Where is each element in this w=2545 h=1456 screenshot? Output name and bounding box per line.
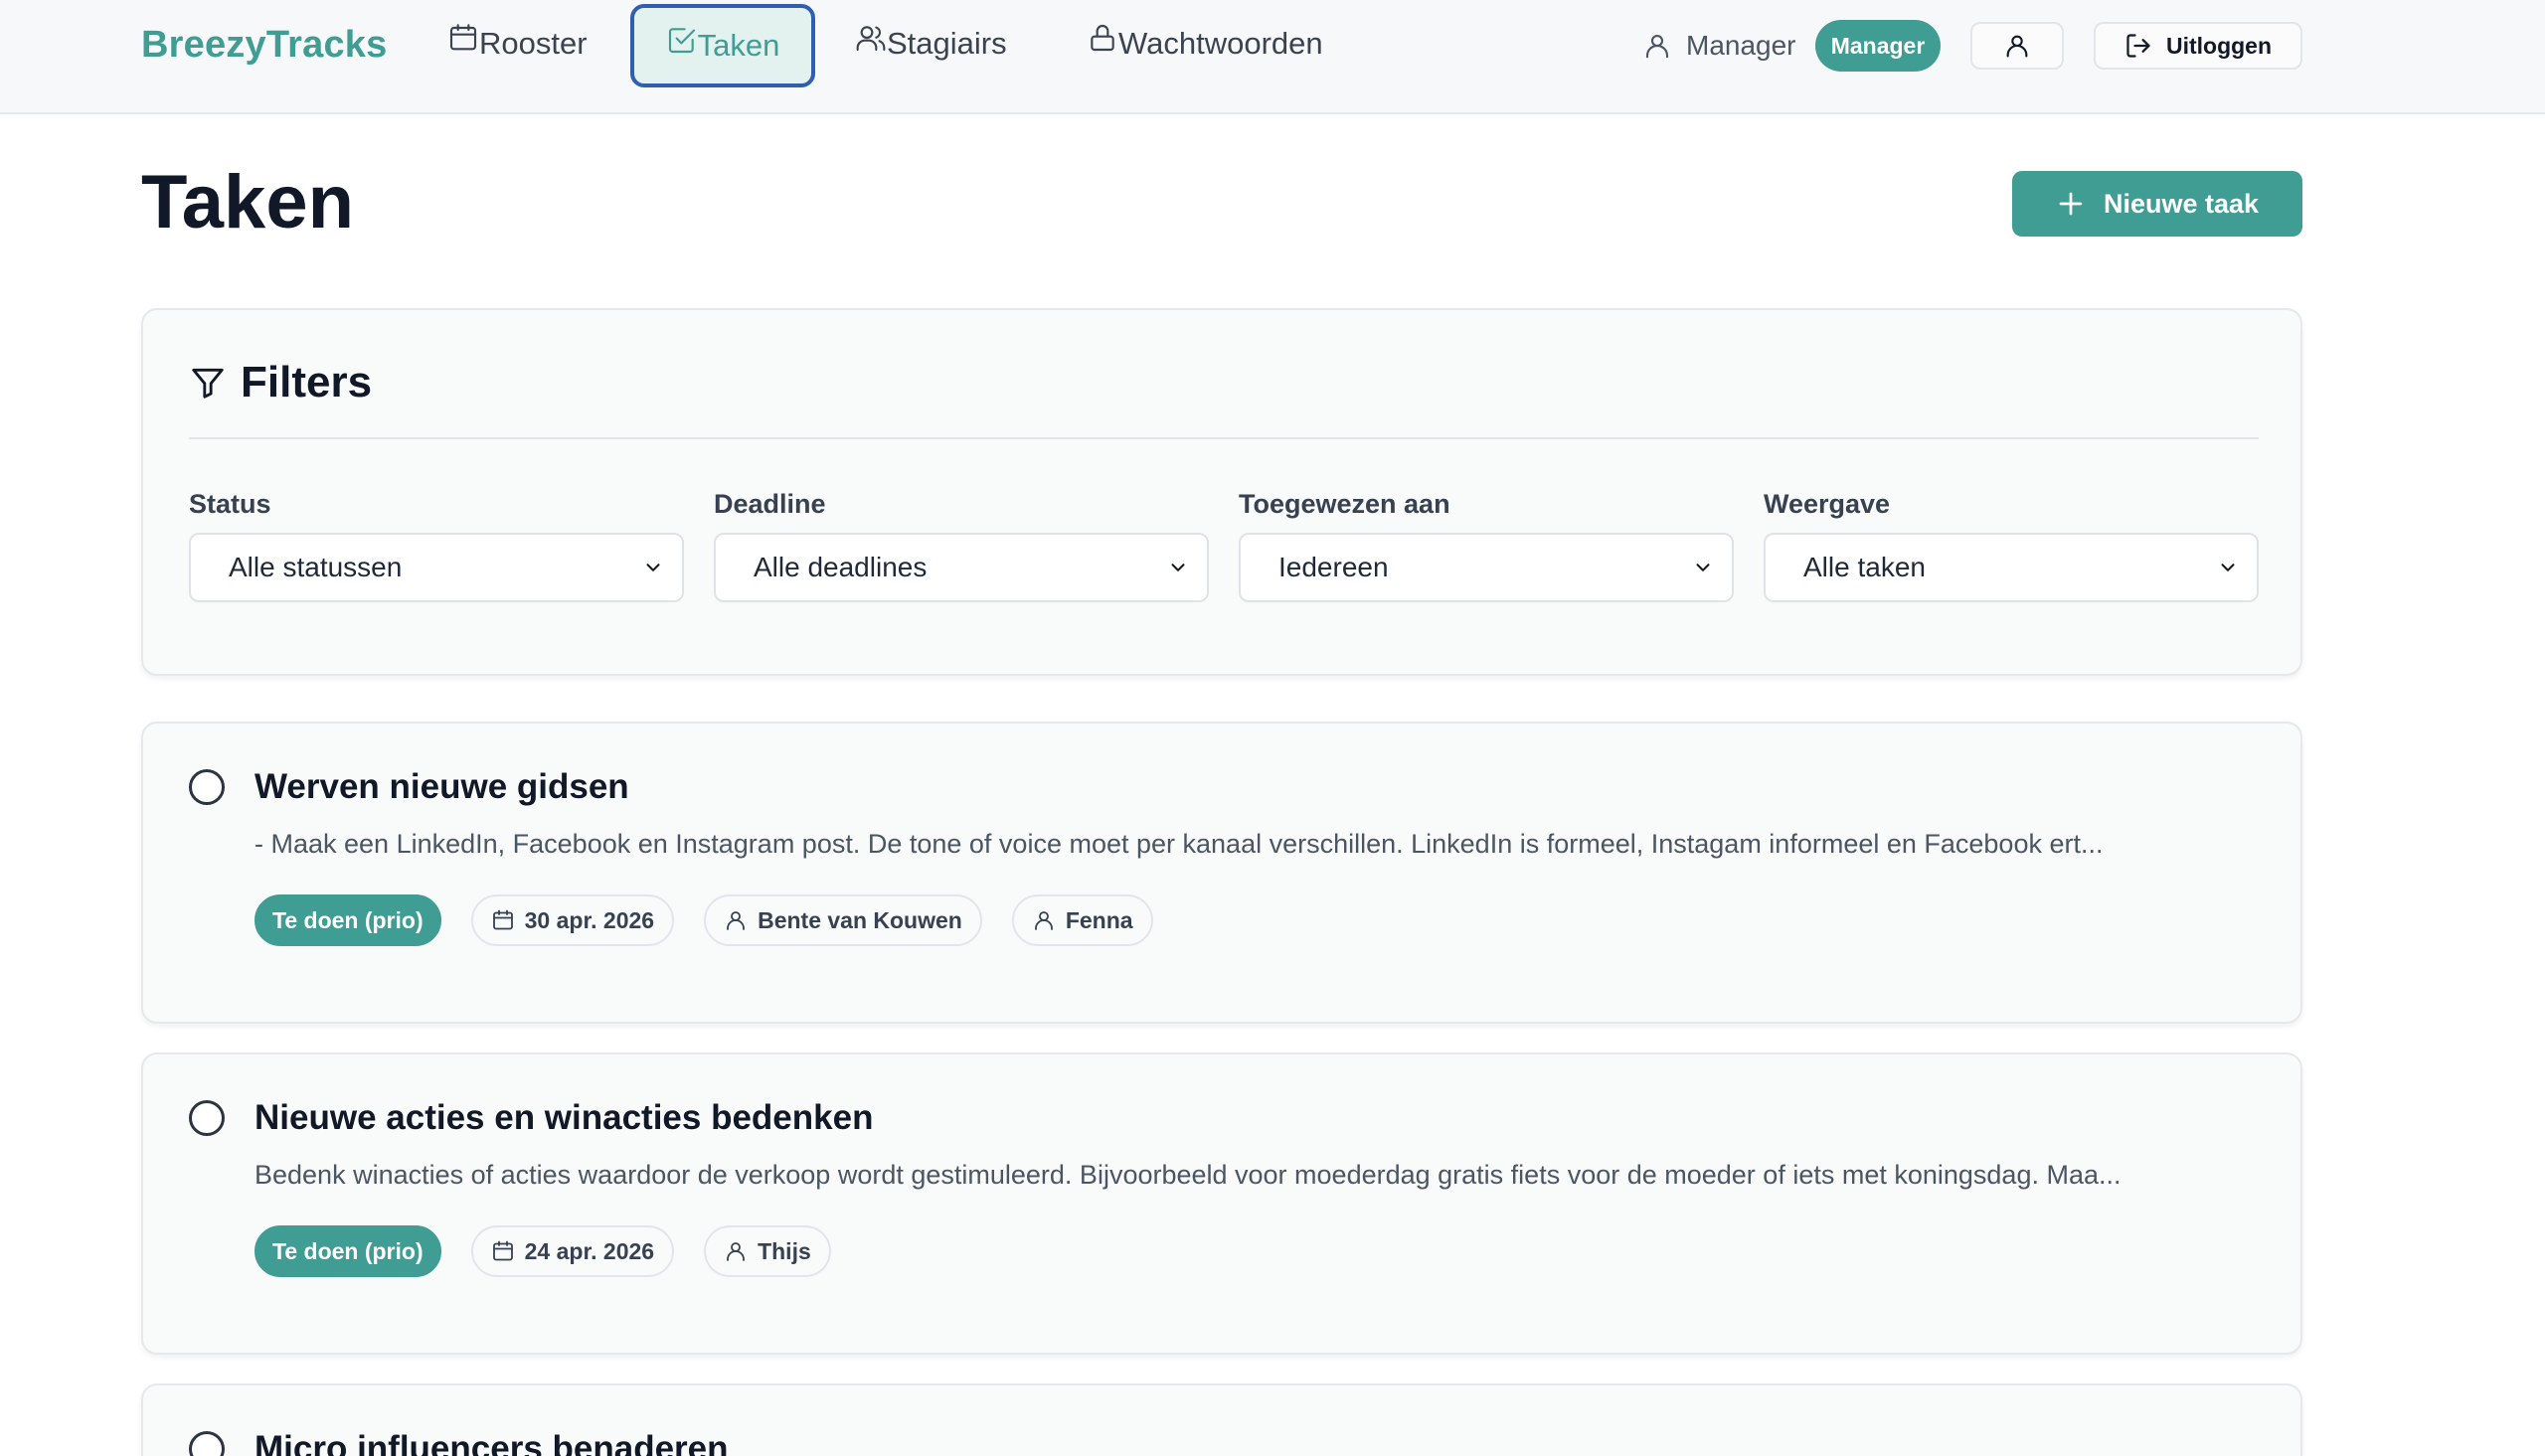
plus-icon <box>2059 192 2083 216</box>
task-title: Micro influencers benaderen <box>254 1429 729 1456</box>
chevron-down-icon <box>646 564 660 571</box>
select-value: Iedereen <box>1278 552 1389 582</box>
nav-item-wachtwoorden[interactable]: Wachtwoorden <box>1087 22 1323 66</box>
page-title: Taken <box>141 160 355 244</box>
task-complete-toggle[interactable] <box>189 769 225 805</box>
profile-button[interactable] <box>1970 22 2064 70</box>
chevron-down-icon <box>1696 564 1710 571</box>
nav-item-taken[interactable]: Taken <box>630 4 815 87</box>
user-icon <box>1034 911 1053 930</box>
user-icon <box>727 911 745 930</box>
task-description: - Maak een LinkedIn, Facebook en Instagr… <box>254 829 2104 859</box>
filters-header: Filters <box>189 358 372 407</box>
filters-title: Filters <box>241 358 373 406</box>
calendar-icon <box>492 1240 513 1261</box>
brand-logo[interactable]: BreezyTracks <box>141 24 387 67</box>
logout-button[interactable]: Uitloggen <box>2094 22 2302 70</box>
filter-status: Status Alle statussen <box>189 489 684 602</box>
view-select[interactable]: Alle taken <box>1764 533 2259 602</box>
task-tags: Te doen (prio) 24 apr. 2026 Thijs <box>254 1225 831 1277</box>
logout-icon <box>2126 34 2150 58</box>
deadline-select[interactable]: Alle deadlines <box>714 533 1209 602</box>
assignee-tag: Fenna <box>1011 894 1153 946</box>
user-icon <box>727 1242 745 1261</box>
calendar-icon <box>492 909 513 930</box>
assignee-tag: Thijs <box>704 1225 831 1277</box>
assignee-name: Thijs <box>758 1237 811 1264</box>
task-complete-toggle[interactable] <box>189 1100 225 1136</box>
nav-item-label: Rooster <box>479 26 588 61</box>
task-complete-toggle[interactable] <box>189 1431 225 1456</box>
status-badge: Te doen (prio) <box>254 1225 441 1277</box>
users-icon <box>856 26 886 52</box>
task-card[interactable]: Werven nieuwe gidsen - Maak een LinkedIn… <box>141 722 2302 1024</box>
deadline-tag: 30 apr. 2026 <box>470 894 675 946</box>
assignee-select[interactable]: Iedereen <box>1239 533 1734 602</box>
logout-label: Uitloggen <box>2165 32 2273 59</box>
check-square-icon <box>668 28 695 54</box>
filters-card: Filters Status Alle statussen Deadline A… <box>141 308 2302 676</box>
task-title: Nieuwe acties en winacties bedenken <box>254 1098 874 1137</box>
deadline-label: 30 apr. 2026 <box>524 906 655 933</box>
filter-view: Weergave Alle taken <box>1764 489 2259 602</box>
deadline-tag: 24 apr. 2026 <box>470 1225 675 1277</box>
task-tags: Te doen (prio) 30 apr. 2026 Bente van Ko… <box>254 894 1153 946</box>
task-card[interactable]: Micro influencers benaderen <box>141 1383 2302 1456</box>
assignee-tag: Bente van Kouwen <box>704 894 982 946</box>
select-value: Alle taken <box>1803 552 1926 582</box>
role-badge: Manager <box>1815 20 1941 72</box>
filter-label: Deadline <box>714 489 826 519</box>
deadline-label: 24 apr. 2026 <box>524 1237 655 1264</box>
task-title: Werven nieuwe gidsen <box>254 767 629 806</box>
lock-icon <box>1091 25 1114 52</box>
assignee-name: Fenna <box>1065 906 1133 933</box>
nav-item-label: Stagiairs <box>887 26 1007 61</box>
filter-deadline: Deadline Alle deadlines <box>714 489 1209 602</box>
filters-divider <box>189 437 2259 439</box>
select-value: Alle deadlines <box>754 552 928 582</box>
status-badge: Te doen (prio) <box>254 894 441 946</box>
user-icon <box>2006 35 2028 58</box>
current-user: Manager <box>1642 26 1796 66</box>
nav-item-label: Taken <box>697 28 780 63</box>
filter-label: Toegewezen aan <box>1239 489 1450 519</box>
calendar-icon <box>449 24 477 51</box>
assignee-name: Bente van Kouwen <box>758 906 962 933</box>
task-card[interactable]: Nieuwe acties en winacties bedenken Bede… <box>141 1052 2302 1355</box>
nav-item-label: Wachtwoorden <box>1118 26 1323 61</box>
user-icon <box>1645 34 1669 59</box>
filter-icon <box>192 368 224 399</box>
nav-item-stagiairs[interactable]: Stagiairs <box>855 22 1007 66</box>
top-navigation-bar: BreezyTracks Rooster Taken Stagiairs Wac… <box>0 0 2545 114</box>
new-task-button[interactable]: Nieuwe taak <box>2012 171 2302 237</box>
user-name: Manager <box>1686 30 1796 61</box>
chevron-down-icon <box>2221 564 2235 571</box>
chevron-down-icon <box>1171 564 1185 571</box>
filter-label: Weergave <box>1764 489 1891 519</box>
filter-assignee: Toegewezen aan Iedereen <box>1239 489 1734 602</box>
filter-label: Status <box>189 489 271 519</box>
status-select[interactable]: Alle statussen <box>189 533 684 602</box>
new-task-label: Nieuwe taak <box>2103 188 2260 219</box>
nav-item-rooster[interactable]: Rooster <box>447 22 588 66</box>
task-description: Bedenk winacties of acties waardoor de v… <box>254 1160 2121 1190</box>
select-value: Alle statussen <box>229 552 403 582</box>
